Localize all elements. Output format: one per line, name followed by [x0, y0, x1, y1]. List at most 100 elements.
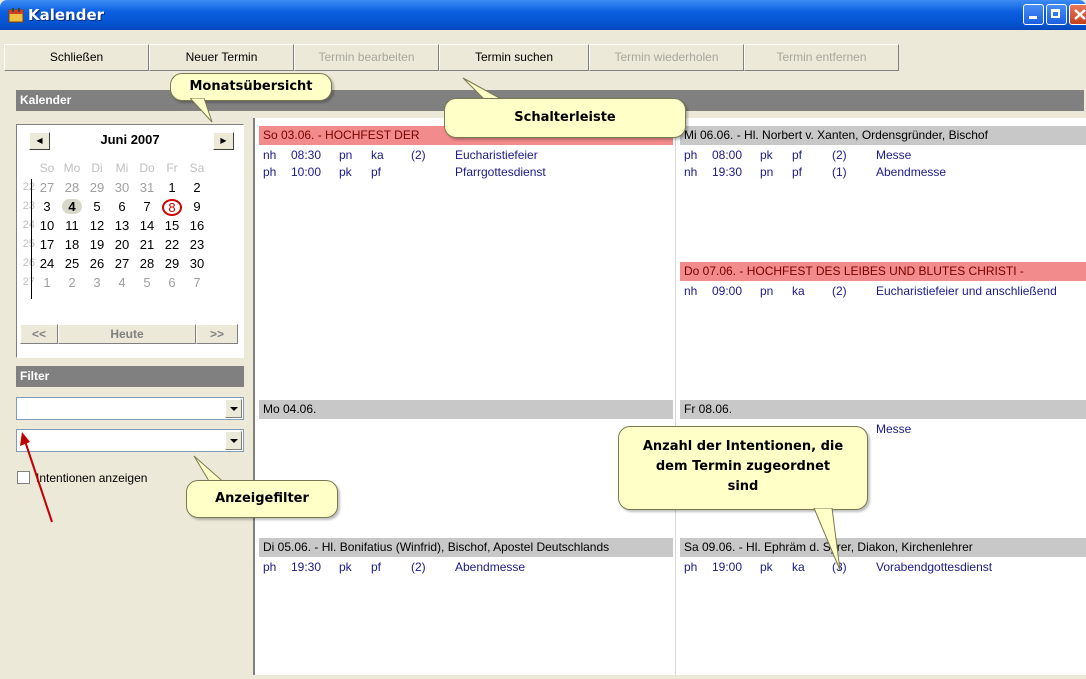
appointment-title: Messe — [876, 422, 912, 436]
calendar-day[interactable]: 23 — [187, 237, 207, 252]
appointment-loc: ph — [684, 560, 698, 574]
day-header[interactable]: Sa 09.06. - Hl. Ephräm d. Syrer, Diakon,… — [680, 538, 1086, 557]
appointment-row[interactable]: ph 10:00 pk pf Pfarrgottesdienst — [259, 164, 673, 180]
appointment-loc: nh — [684, 165, 698, 179]
calendar-day[interactable]: 6 — [162, 275, 182, 290]
day-header[interactable]: Di 05.06. - Hl. Bonifatius (Winfrid), Bi… — [259, 538, 673, 557]
calendar-day[interactable]: 21 — [137, 237, 157, 252]
calendar-day[interactable]: 17 — [37, 237, 57, 252]
repeat-appointment-button[interactable]: Termin wiederholen — [589, 44, 744, 71]
today-button[interactable]: Heute — [58, 324, 196, 344]
search-appointment-button[interactable]: Termin suchen — [439, 44, 589, 71]
calendar-day[interactable]: 25 — [62, 256, 82, 271]
calendar-day[interactable]: 26 — [87, 256, 107, 271]
calendar-day[interactable]: 22 — [162, 237, 182, 252]
calendar-day[interactable]: 27 — [112, 256, 132, 271]
calendar-day[interactable]: 2 — [62, 275, 82, 290]
calendar-day[interactable]: 1 — [37, 275, 57, 290]
calendar-day[interactable]: 30 — [112, 180, 132, 195]
close-kalender-button[interactable]: Schließen — [4, 44, 149, 71]
title-bar[interactable]: Kalender — [0, 0, 1086, 30]
appointment-count: (2) — [832, 284, 847, 298]
calendar-day[interactable]: 11 — [62, 218, 82, 233]
week-number: 25 — [22, 238, 35, 250]
appointment-loc: nh — [684, 284, 698, 298]
calendar-day[interactable]: 2 — [187, 180, 207, 195]
appointment-p1: pn — [760, 284, 774, 298]
appointment-loc: nh — [263, 148, 277, 162]
week-number: 23 — [22, 200, 35, 212]
appointment-row[interactable]: nh 08:30 pn ka (2) Eucharistiefeier — [259, 147, 673, 163]
appointment-p1: pk — [339, 165, 352, 179]
minimize-button[interactable] — [1023, 4, 1044, 25]
calendar-day[interactable]: 7 — [187, 275, 207, 290]
calendar-day[interactable]: 28 — [62, 180, 82, 195]
chevron-down-icon[interactable] — [225, 399, 242, 418]
appointment-p2: ka — [371, 148, 384, 162]
calendar-day[interactable]: 27 — [37, 180, 57, 195]
day-header[interactable]: Do 07.06. - HOCHFEST DES LEIBES UND BLUT… — [680, 262, 1086, 281]
appointment-p1: pk — [760, 560, 773, 574]
calendar-day[interactable]: 5 — [137, 275, 157, 290]
appointment-row[interactable]: ph 19:30 pk pf (2) Abendmesse — [259, 559, 673, 575]
appointment-row[interactable]: nh 19:30 pn pf (1) Abendmesse — [680, 164, 1086, 180]
month-calendar[interactable]: ◀ Juni 2007 ▶ So Mo Di Mi Do Fr Sa 22 27 28 29 30 31… — [16, 124, 244, 358]
day-header[interactable]: Fr 08.06. — [680, 400, 1086, 419]
calendar-day[interactable]: 5 — [87, 199, 107, 214]
calendar-day[interactable]: 19 — [87, 237, 107, 252]
calendar-day[interactable]: 6 — [112, 199, 132, 214]
calendar-day[interactable]: 14 — [137, 218, 157, 233]
day-header[interactable]: Mo 04.06. — [259, 400, 673, 419]
arrow-right-icon: ▶ — [220, 136, 227, 145]
calendar-day[interactable]: 10 — [37, 218, 57, 233]
calendar-day[interactable]: 29 — [87, 180, 107, 195]
calendar-day[interactable]: 29 — [162, 256, 182, 271]
calendar-day[interactable]: 16 — [187, 218, 207, 233]
appointment-loc: ph — [263, 560, 277, 574]
calendar-day[interactable]: 18 — [62, 237, 82, 252]
calendar-day[interactable]: 4 — [112, 275, 132, 290]
calendar-day[interactable]: 9 — [187, 199, 207, 214]
close-button[interactable] — [1069, 4, 1086, 25]
calendar-day[interactable]: 4 — [62, 199, 82, 214]
appointment-p1: pk — [760, 148, 773, 162]
calendar-day[interactable]: 20 — [112, 237, 132, 252]
appointment-p2: ka — [792, 560, 805, 574]
appointment-row[interactable]: ph 08:00 pk pf (2) Messe — [680, 147, 1086, 163]
prev-period-button[interactable]: << — [20, 324, 58, 344]
edit-appointment-button[interactable]: Termin bearbeiten — [294, 44, 439, 71]
appointment-time: 10:00 — [291, 165, 322, 179]
delete-appointment-button[interactable]: Termin entfernen — [744, 44, 899, 71]
maximize-button[interactable] — [1046, 4, 1067, 25]
appointment-title: Abendmesse — [876, 165, 947, 179]
day-header[interactable]: Mi 06.06. - Hl. Norbert v. Xanten, Orden… — [680, 126, 1086, 145]
filter-combo-1[interactable] — [16, 397, 244, 420]
callout-month-tail — [190, 98, 213, 123]
calendar-day[interactable]: 28 — [137, 256, 157, 271]
week-number-divider — [31, 179, 32, 299]
calendar-day[interactable]: 12 — [87, 218, 107, 233]
calendar-day[interactable]: 3 — [87, 275, 107, 290]
calendar-day[interactable]: 30 — [187, 256, 207, 271]
toolbar: Schließen Neuer Termin Termin bearbeiten… — [0, 30, 1086, 78]
calendar-day[interactable]: 24 — [37, 256, 57, 271]
calendar-day[interactable]: 7 — [137, 199, 157, 214]
appointment-p1: pn — [339, 148, 353, 162]
calendar-day[interactable]: 3 — [37, 199, 57, 214]
appointment-loc: ph — [684, 148, 698, 162]
next-period-button[interactable]: >> — [196, 324, 238, 344]
chevron-down-icon[interactable] — [225, 431, 242, 450]
calendar-day[interactable]: 13 — [112, 218, 132, 233]
window-title: Kalender — [28, 6, 105, 24]
calendar-day[interactable]: 8 — [162, 199, 182, 216]
week-number: 22 — [22, 181, 35, 193]
appointment-row[interactable]: nh 09:00 pn ka (2) Eucharistiefeier und ansch… — [680, 283, 1086, 299]
calendar-day[interactable]: 1 — [162, 180, 182, 195]
calendar-day[interactable]: 15 — [162, 218, 182, 233]
next-month-button[interactable]: ▶ — [213, 132, 234, 150]
calendar-day[interactable]: 31 — [137, 180, 157, 195]
new-appointment-button[interactable]: Neuer Termin — [149, 44, 294, 71]
appointment-title: Eucharistiefeier und anschließend — [876, 284, 1057, 298]
appointment-row[interactable]: ph19:00pkka(3)Vorabendgottesdienst — [680, 559, 1086, 575]
appointment-p2: pf — [792, 165, 803, 179]
